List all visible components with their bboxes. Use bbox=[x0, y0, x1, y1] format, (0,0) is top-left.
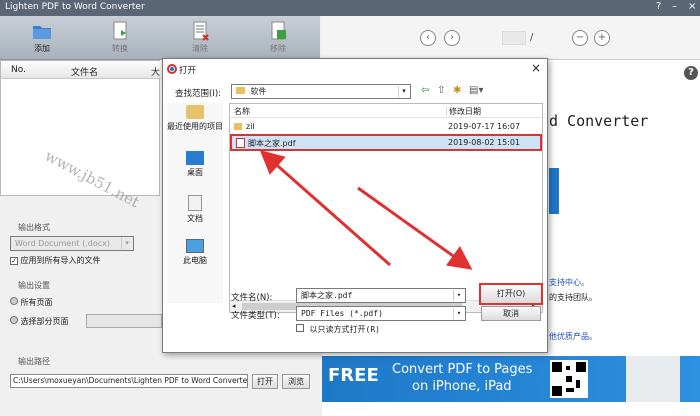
look-in-select[interactable]: 软件 ▾ bbox=[231, 84, 411, 99]
open-file-dialog: 打开 × 查找范围(I): 软件 ▾ ⇦ ⇧ ✱ ▤▾ 最近使用的项目 桌面 文… bbox=[162, 58, 548, 353]
dialog-title-bar: 打开 × bbox=[163, 59, 547, 80]
filetype-select[interactable]: PDF Files (*.pdf) ▾ bbox=[296, 306, 466, 321]
readonly-label: 以只读方式打开(R) bbox=[309, 325, 380, 334]
folder-icon bbox=[236, 87, 245, 94]
place-this-pc-label: 此电脑 bbox=[183, 256, 207, 265]
filetype-value: PDF Files (*.pdf) bbox=[301, 309, 383, 318]
place-recent[interactable]: 最近使用的项目 bbox=[167, 103, 223, 132]
open-button[interactable]: 打开(O) bbox=[479, 283, 543, 305]
place-this-pc[interactable]: 此电脑 bbox=[167, 237, 223, 266]
chevron-down-icon: ▾ bbox=[453, 290, 464, 301]
documents-icon bbox=[188, 195, 202, 211]
new-folder-icon[interactable]: ✱ bbox=[453, 85, 461, 96]
file-name: zil bbox=[246, 122, 255, 131]
look-in-value: 软件 bbox=[250, 87, 267, 96]
readonly-checkbox[interactable]: 以只读方式打开(R) bbox=[296, 324, 380, 335]
dialog-close-button[interactable]: × bbox=[531, 61, 541, 75]
col-date[interactable]: 修改日期 bbox=[446, 106, 481, 117]
checkbox-icon bbox=[296, 324, 304, 332]
file-name: 脚本之家.pdf bbox=[248, 139, 296, 148]
file-row[interactable]: zil 2019-07-17 16:07 bbox=[230, 120, 542, 134]
chevron-down-icon: ▾ bbox=[398, 86, 409, 97]
filename-value: 脚本之家.pdf bbox=[301, 291, 353, 300]
view-menu-icon[interactable]: ▤▾ bbox=[469, 85, 483, 96]
pdf-file-icon bbox=[236, 138, 245, 148]
file-date: 2019-07-17 16:07 bbox=[448, 122, 521, 131]
folder-icon bbox=[234, 123, 242, 130]
app-icon bbox=[167, 64, 177, 74]
place-desktop-label: 桌面 bbox=[187, 168, 203, 177]
filetype-label: 文件类型(T): bbox=[231, 311, 280, 321]
back-icon[interactable]: ⇦ bbox=[421, 85, 429, 96]
filename-label: 文件名(N): bbox=[231, 293, 273, 303]
place-desktop[interactable]: 桌面 bbox=[167, 149, 223, 178]
file-list[interactable]: 名称 修改日期 zil 2019-07-17 16:07 脚本之家.pdf 20… bbox=[229, 103, 543, 313]
place-recent-label: 最近使用的项目 bbox=[167, 122, 223, 131]
recent-icon bbox=[186, 105, 204, 119]
filename-input[interactable]: 脚本之家.pdf ▾ bbox=[296, 288, 466, 303]
file-list-header: 名称 修改日期 bbox=[230, 104, 542, 118]
file-date: 2019-08-02 15:01 bbox=[448, 138, 521, 147]
up-folder-icon[interactable]: ⇧ bbox=[437, 85, 445, 96]
chevron-down-icon: ▾ bbox=[453, 308, 464, 319]
place-documents-label: 文档 bbox=[187, 214, 203, 223]
look-in-label: 查找范围(I): bbox=[175, 89, 222, 99]
file-row-selected[interactable]: 脚本之家.pdf 2019-08-02 15:01 bbox=[230, 134, 542, 151]
place-documents[interactable]: 文档 bbox=[167, 193, 223, 224]
desktop-icon bbox=[186, 151, 204, 165]
cancel-button[interactable]: 取消 bbox=[481, 306, 541, 321]
dialog-title: 打开 bbox=[179, 66, 197, 76]
places-bar: 最近使用的项目 桌面 文档 此电脑 bbox=[167, 103, 223, 303]
computer-icon bbox=[186, 239, 204, 253]
col-name[interactable]: 名称 bbox=[234, 106, 250, 117]
